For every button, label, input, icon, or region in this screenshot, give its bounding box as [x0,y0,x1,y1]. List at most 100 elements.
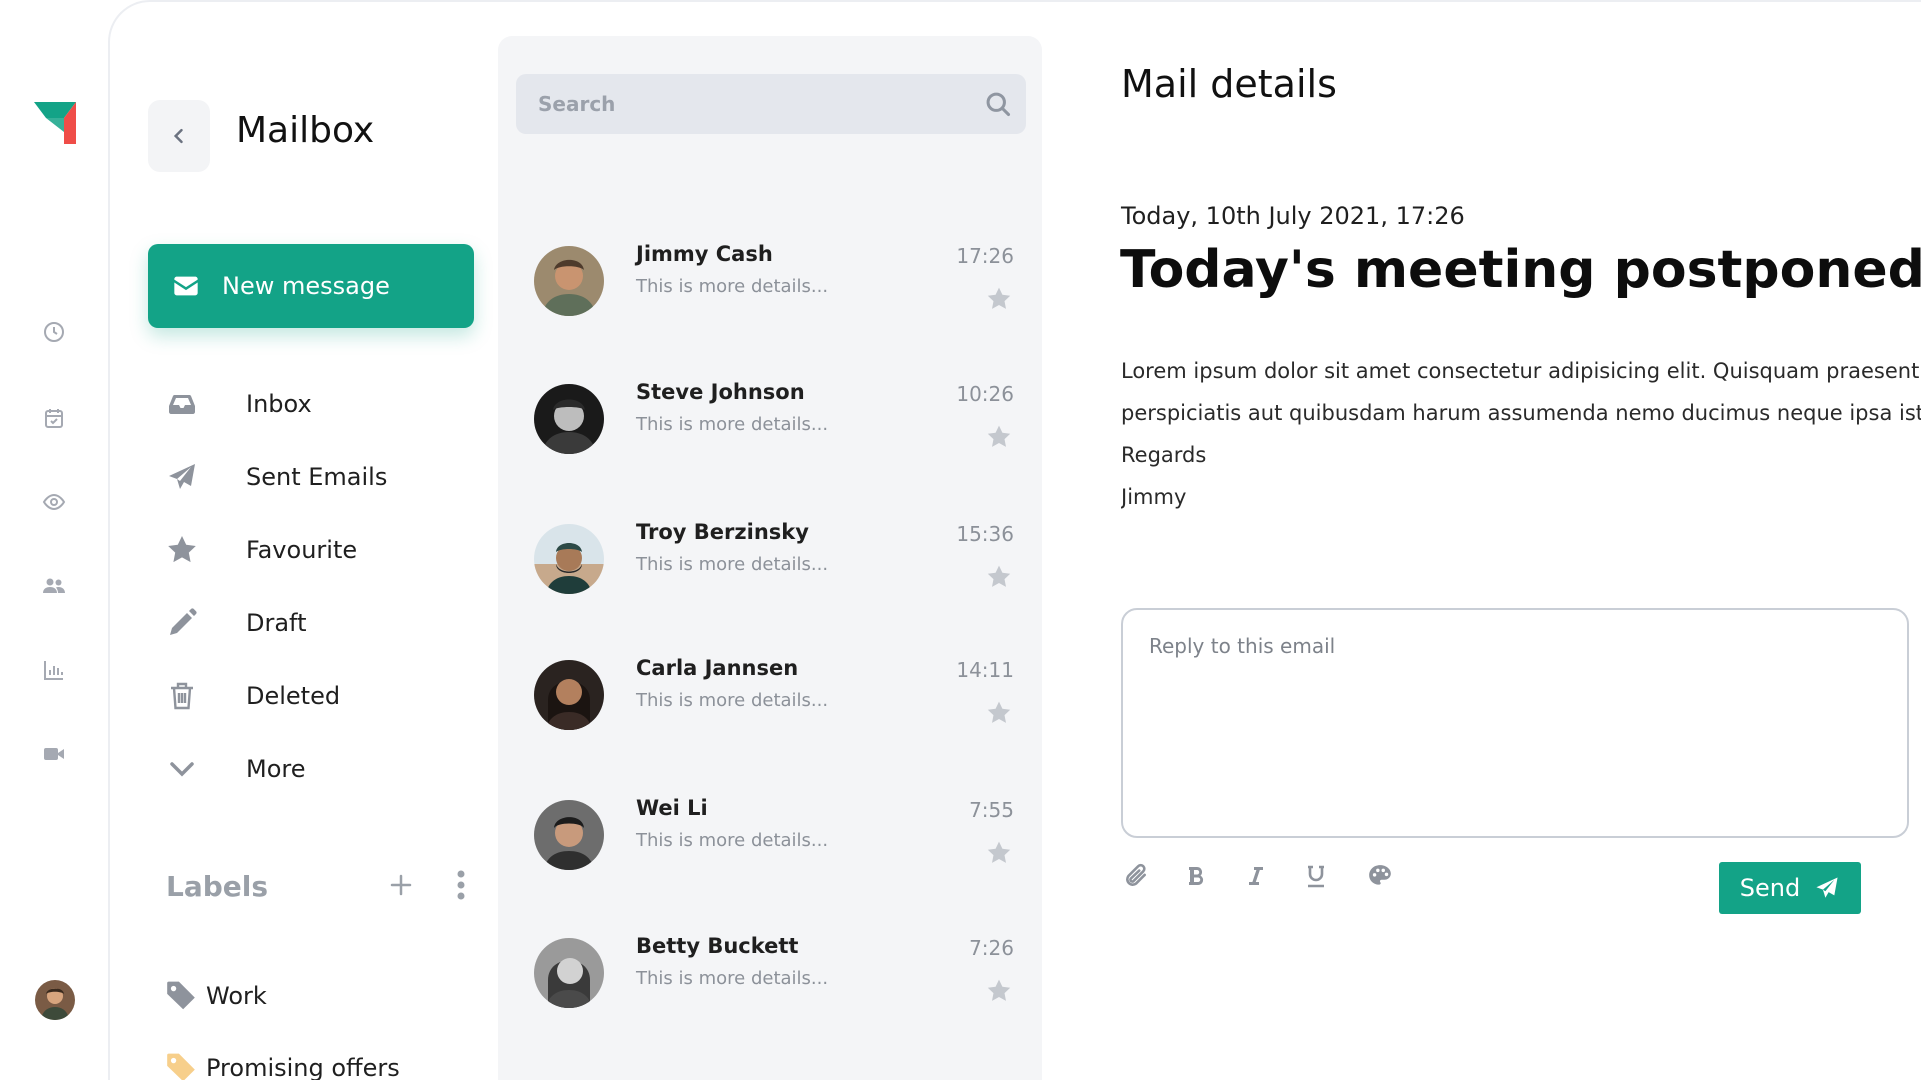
mail-preview: This is more details... [636,554,829,575]
sender-avatar [534,800,604,870]
sidebar-item-sent-emails[interactable]: Sent Emails [164,457,387,497]
sidebar-item-label: Deleted [246,682,341,710]
send-button[interactable]: Send [1719,862,1861,914]
mail-preview: This is more details... [636,830,829,851]
new-message-button[interactable]: New message [148,244,474,328]
details-heading: Mail details [1121,62,1337,106]
app-logo[interactable] [34,102,76,144]
icon-rail [0,0,110,1080]
mail-time: 7:55 [969,798,1014,822]
label-work[interactable]: Work [164,976,267,1016]
sidebar-item-deleted[interactable]: Deleted [164,676,340,716]
label-name: Work [206,982,267,1010]
new-message-label: New message [222,272,390,300]
pencil-icon [164,605,200,641]
sender-avatar [534,524,604,594]
mail-sender: Wei Li [636,796,708,820]
chevron-down-icon [164,751,200,787]
mail-sender: Troy Berzinsky [636,520,809,544]
tag-icon [167,1053,195,1080]
mail-list-item[interactable]: Carla Jannsen This is more details... 14… [530,656,1020,766]
tag-icon [167,981,195,1010]
reply-box [1121,608,1909,838]
star-icon[interactable] [986,840,1012,866]
labels-menu-button[interactable] [446,868,476,902]
send-label: Send [1739,874,1801,902]
inbox-icon [164,386,200,422]
sidebar-item-draft[interactable]: Draft [164,603,307,643]
clock-icon[interactable] [40,318,68,346]
mail-sender: Steve Johnson [636,380,805,404]
paper-plane-icon [1816,877,1838,898]
reply-input[interactable] [1123,610,1907,836]
mail-list-item[interactable]: Troy Berzinsky This is more details... 1… [530,520,1020,630]
star-icon[interactable] [986,978,1012,1004]
underline-icon[interactable] [1298,858,1334,894]
mail-list-item[interactable]: Jimmy Cash This is more details... 17:26 [530,242,1020,352]
back-button[interactable] [148,100,210,172]
mail-body-line: Lorem ipsum dolor sit amet consectetur a… [1121,359,1921,383]
page-title: Mailbox [236,110,375,151]
mail-body: Lorem ipsum dolor sit amet consectetur a… [1121,350,1921,518]
user-avatar[interactable] [35,980,75,1020]
mail-list-item[interactable]: Betty Buckett This is more details... 7:… [530,934,1020,1044]
star-icon[interactable] [986,424,1012,450]
mail-body-line: Regards [1121,443,1207,467]
italic-icon[interactable] [1238,858,1274,894]
mail-body-line: Jimmy [1121,485,1187,509]
sidebar-item-label: More [246,755,306,783]
sidebar-item-label: Sent Emails [246,463,388,491]
vertical-dots-icon [457,870,465,900]
add-label-button[interactable] [384,868,418,902]
paper-plane-icon [164,459,200,495]
mail-preview: This is more details... [636,690,829,711]
mail-preview: This is more details... [636,968,829,989]
mail-time: 14:11 [956,658,1014,682]
mail-time: 7:26 [969,936,1014,960]
star-icon[interactable] [986,564,1012,590]
mail-sender: Jimmy Cash [636,242,773,266]
mail-list-item[interactable]: Wei Li This is more details... 7:55 [530,796,1020,906]
label-name: Promising offers [206,1054,400,1080]
mail-time: 10:26 [956,382,1014,406]
plus-icon [390,874,412,896]
sidebar-item-favourite[interactable]: Favourite [164,530,357,570]
sidebar-item-label: Favourite [246,536,358,564]
envelope-icon [174,276,198,296]
labels-heading: Labels [166,870,269,903]
sender-avatar [534,938,604,1008]
paperclip-icon[interactable] [1118,858,1154,894]
bar-chart-icon[interactable] [40,656,68,684]
mail-preview: This is more details... [636,276,829,297]
sidebar-item-label: Draft [246,609,307,637]
sidebar-item-label: Inbox [246,390,312,418]
star-icon[interactable] [986,286,1012,312]
sender-avatar [534,246,604,316]
mail-date: Today, 10th July 2021, 17:26 [1121,202,1465,230]
palette-icon[interactable] [1362,858,1398,894]
label-promising-offers[interactable]: Promising offers [164,1048,400,1080]
search-icon[interactable] [984,90,1012,118]
mail-sender: Betty Buckett [636,934,799,958]
sidebar-item-more[interactable]: More [164,749,306,789]
eye-icon[interactable] [40,488,68,516]
star-icon [164,532,200,568]
video-camera-icon[interactable] [40,740,68,768]
mail-body-line: perspiciatis aut quibusdam harum assumen… [1121,401,1921,425]
sidebar-item-inbox[interactable]: Inbox [164,384,312,424]
sender-avatar [534,660,604,730]
mail-preview: This is more details... [636,414,829,435]
search-bar[interactable] [516,74,1026,134]
mail-time: 15:36 [956,522,1014,546]
bold-icon[interactable] [1178,858,1214,894]
star-icon[interactable] [986,700,1012,726]
mail-list-item[interactable]: Steve Johnson This is more details... 10… [530,380,1020,490]
trash-icon [164,678,200,714]
users-icon[interactable] [40,572,68,600]
mail-time: 17:26 [956,244,1014,268]
search-input[interactable] [538,92,968,116]
mail-sender: Carla Jannsen [636,656,799,680]
chevron-left-icon [173,128,183,144]
calendar-check-icon[interactable] [40,404,68,432]
sender-avatar [534,384,604,454]
